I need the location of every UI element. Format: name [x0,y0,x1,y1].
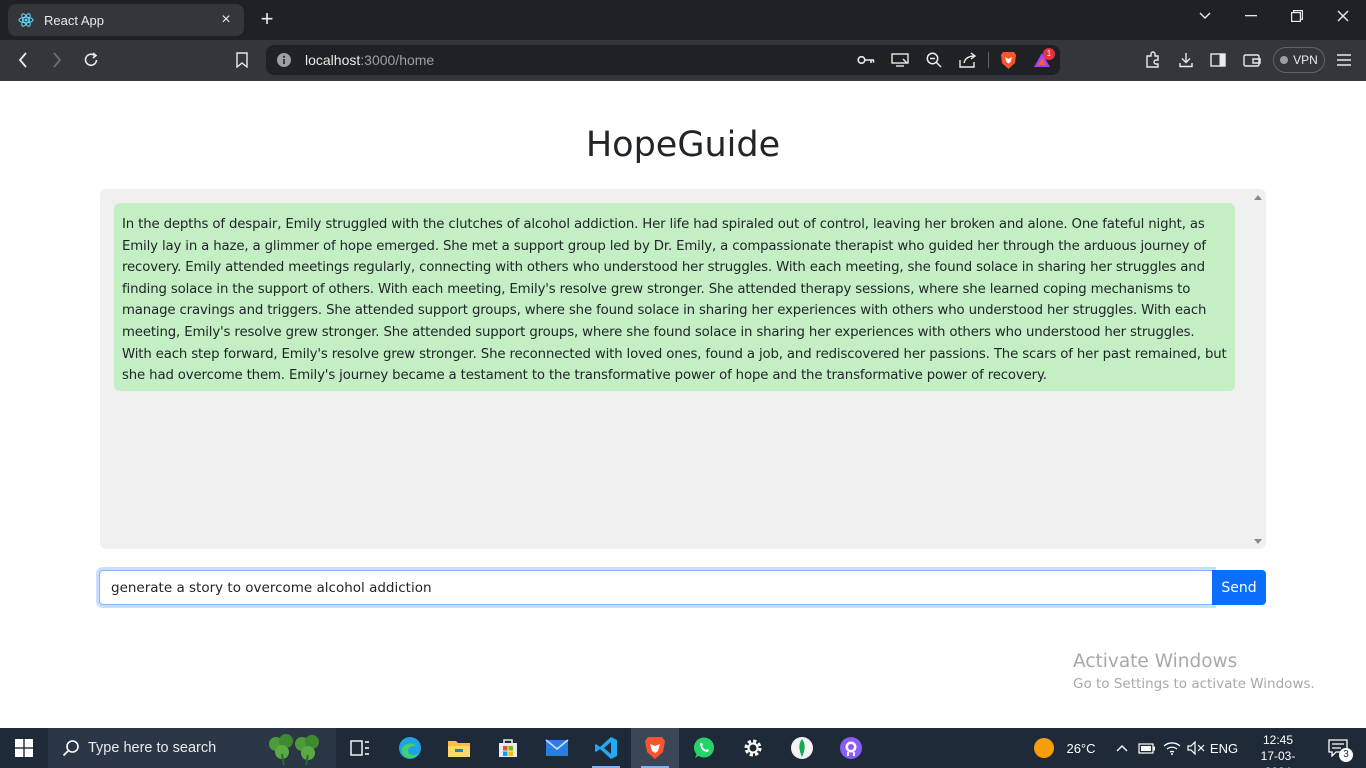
scroll-up-arrow-icon[interactable] [1254,195,1262,200]
wifi-icon[interactable] [1161,728,1183,768]
github-desktop-app[interactable] [827,728,875,768]
vpn-status-dot [1280,56,1289,64]
chat-window[interactable]: In the depths of despair, Emily struggle… [100,189,1266,549]
page-title: HopeGuide [585,125,781,165]
close-tab-icon[interactable]: × [218,11,234,28]
brave-rewards-icon[interactable]: 1 [1032,48,1055,69]
vscode-icon [595,737,617,759]
brave-icon [645,737,665,759]
extensions-icon[interactable] [1140,48,1166,72]
whatsapp-icon [694,737,714,758]
search-icon [62,740,79,757]
taskbar-clock[interactable]: 12:45 17-03-2024 [1252,732,1304,768]
notifications-button[interactable]: 3 [1320,728,1356,768]
volume-muted-icon[interactable] [1185,728,1207,768]
vpn-label: VPN [1293,53,1318,67]
reload-button[interactable] [78,48,104,72]
mongodb-compass-app[interactable] [778,728,826,768]
vpn-button[interactable]: VPN [1273,47,1325,73]
omnibox-divider [988,52,989,68]
browser-toolbar: localhost:3000/home 1 VPN [0,40,1366,81]
file-explorer-app[interactable] [435,728,483,768]
back-button[interactable] [10,48,36,72]
windows-taskbar: Type here to search 26°C ENG 12:45 17-03… [0,728,1366,768]
tab-search-chevron-icon[interactable] [1182,4,1228,28]
close-window-button[interactable] [1320,4,1366,28]
browser-titlebar: React App × + [0,0,1366,40]
weather-widget[interactable]: 26°C [1030,728,1100,768]
forward-button[interactable] [44,48,70,72]
menu-icon[interactable] [1331,48,1357,72]
task-view-button[interactable] [336,728,384,768]
url-path: :3000/home [360,52,435,68]
scroll-down-arrow-icon[interactable] [1254,539,1262,544]
github-icon [840,737,862,759]
microsoft-store-app[interactable] [484,728,532,768]
message-input[interactable] [99,570,1213,605]
download-icon[interactable] [1173,48,1199,72]
brave-app[interactable] [631,728,679,768]
bot-message: In the depths of despair, Emily struggle… [114,203,1235,391]
browser-tab[interactable]: React App × [8,4,244,36]
weather-temperature: 26°C [1066,740,1096,756]
address-bar[interactable]: localhost:3000/home 1 [266,45,1060,75]
watermark-subtitle: Go to Settings to activate Windows. [1073,676,1315,692]
folder-icon [448,741,470,757]
restore-button[interactable] [1274,4,1320,28]
message-input-row: Send [99,570,1266,605]
weather-sun-icon [1034,738,1055,758]
bookmark-icon[interactable] [229,48,255,72]
minimize-button[interactable] [1228,4,1274,28]
react-logo-icon [18,13,34,27]
task-view-icon [350,740,369,756]
watermark-title: Activate Windows [1073,651,1238,672]
search-placeholder: Type here to search [88,740,217,756]
send-button[interactable]: Send [1212,570,1266,605]
taskbar-search-box[interactable]: Type here to search [48,728,336,768]
show-hidden-icons-chevron-icon[interactable] [1112,728,1132,768]
edge-app[interactable] [386,728,434,768]
store-icon [499,739,517,757]
brave-shields-icon[interactable] [998,51,1018,69]
sidebar-icon[interactable] [1205,48,1231,72]
notification-count-badge: 3 [1339,748,1353,762]
start-button[interactable] [0,728,48,768]
cast-icon[interactable] [890,51,910,69]
whatsapp-app[interactable] [680,728,728,768]
tab-title: React App [44,12,104,28]
mail-app[interactable] [533,728,581,768]
rewards-badge: 1 [1043,48,1055,60]
url-text[interactable]: localhost:3000/home [305,52,434,68]
clover-icon [269,734,319,766]
wallet-icon[interactable] [1239,48,1265,72]
vscode-app[interactable] [582,728,630,768]
page-content: HopeGuide In the depths of despair, Emil… [0,81,1366,728]
mongodb-icon [791,737,813,759]
clock-time: 12:45 [1262,733,1294,747]
activate-windows-watermark: Activate Windows Go to Settings to activ… [1073,651,1315,692]
site-info-icon[interactable] [276,52,292,68]
url-host: localhost [305,52,361,68]
edge-icon [399,737,421,759]
gear-icon [744,739,762,757]
input-language[interactable]: ENG [1209,728,1239,768]
battery-icon[interactable] [1136,728,1158,768]
share-icon[interactable] [958,51,978,69]
mail-icon [545,739,569,756]
key-icon[interactable] [856,51,876,69]
new-tab-button[interactable]: + [256,8,278,32]
settings-app[interactable] [729,728,777,768]
zoom-out-icon[interactable] [924,51,944,69]
windows-logo-icon [15,739,33,757]
clock-date: 17-03-2024 [1260,749,1296,768]
